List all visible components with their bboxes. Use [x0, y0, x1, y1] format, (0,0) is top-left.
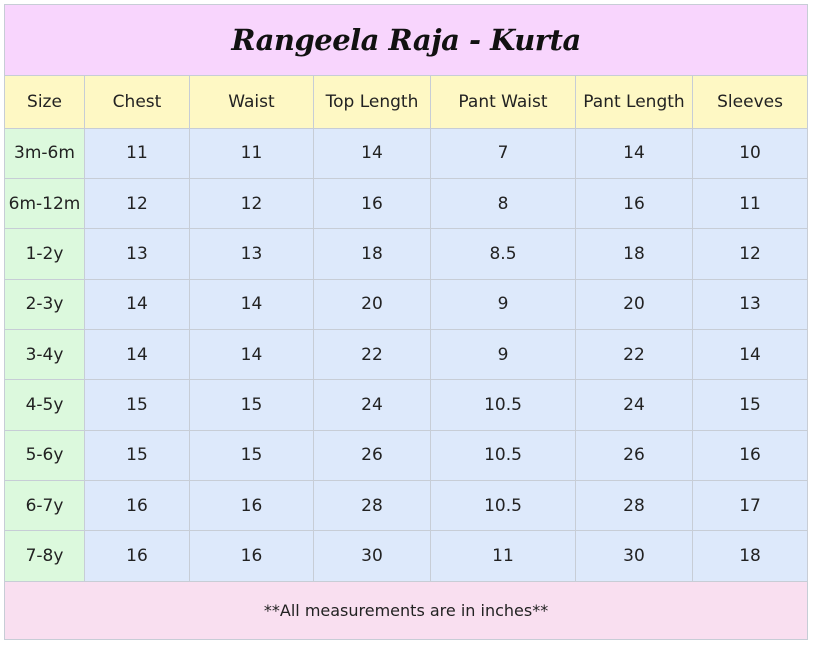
measurement-cell: 11	[84, 127, 190, 180]
column-header-sleeves: Sleeves	[691, 75, 809, 129]
measurement-cell: 13	[84, 228, 190, 280]
column-header-pant-length: Pant Length	[575, 75, 693, 129]
measurement-cell: 14	[189, 278, 314, 331]
measurement-cell: 14	[84, 329, 190, 381]
measurement-cell: 26	[313, 429, 431, 481]
measurement-cell: 11	[189, 127, 314, 180]
measurement-cell: 30	[575, 530, 693, 582]
measurement-cell: 10.5	[430, 479, 576, 532]
measurement-cell: 16	[189, 479, 314, 532]
measurement-cell: 20	[575, 278, 693, 331]
measurement-cell: 10	[691, 127, 809, 180]
table-row: 3m-6m 11 11 14 7 14 10	[4, 127, 809, 180]
size-label-cell: 4-5y	[4, 379, 85, 431]
measurement-cell: 20	[313, 278, 431, 331]
header-row: Size Chest Waist Top Length Pant Waist Pant L…	[4, 75, 809, 129]
column-header-chest: Chest	[84, 75, 190, 129]
column-header-top-length: Top Length	[313, 75, 431, 129]
table-row: 4-5y 15 15 24 10.5 24 15	[4, 379, 809, 431]
measurement-cell: 12	[691, 228, 809, 280]
measurement-cell: 18	[313, 228, 431, 280]
measurement-cell: 14	[189, 329, 314, 381]
measurement-cell: 13	[691, 278, 809, 331]
table-row: 5-6y 15 15 26 10.5 26 16	[4, 429, 809, 481]
measurement-cell: 17	[691, 479, 809, 532]
measurement-cell: 14	[691, 329, 809, 381]
measurement-cell: 7	[430, 127, 576, 180]
measurement-cell: 28	[575, 479, 693, 532]
column-header-size: Size	[4, 75, 85, 129]
measurement-cell: 30	[313, 530, 431, 582]
measurement-cell: 11	[430, 530, 576, 582]
table-row: 3-4y 14 14 22 9 22 14	[4, 329, 809, 381]
measurement-cell: 13	[189, 228, 314, 280]
measurement-cell: 12	[189, 178, 314, 230]
measurement-cell: 22	[313, 329, 431, 381]
table-row: 6m-12m 12 12 16 8 16 11	[4, 178, 809, 230]
measurement-cell: 16	[313, 178, 431, 230]
measurement-cell: 18	[575, 228, 693, 280]
chart-title: Rangeela Raja - Kurta	[3, 3, 809, 77]
measurement-cell: 14	[575, 127, 693, 180]
measurement-cell: 12	[84, 178, 190, 230]
size-label-cell: 1-2y	[4, 228, 85, 280]
measurement-cell: 16	[84, 479, 190, 532]
measurement-cell: 8	[430, 178, 576, 230]
measurement-cell: 15	[84, 379, 190, 431]
size-label-cell: 7-8y	[4, 530, 85, 582]
measurement-cell: 28	[313, 479, 431, 532]
measurement-cell: 26	[575, 429, 693, 481]
size-label-cell: 2-3y	[4, 278, 85, 331]
size-label-cell: 6-7y	[4, 479, 85, 532]
measurement-cell: 14	[84, 278, 190, 331]
size-chart-table: Rangeela Raja - Kurta Size Chest Waist Top …	[3, 3, 809, 641]
size-label-cell: 3-4y	[4, 329, 85, 381]
measurement-cell: 15	[189, 429, 314, 481]
measurement-cell: 24	[575, 379, 693, 431]
title-row: Rangeela Raja - Kurta	[3, 3, 809, 77]
measurement-cell: 16	[84, 530, 190, 582]
measurement-cell: 24	[313, 379, 431, 431]
table-row: 2-3y 14 14 20 9 20 13	[4, 278, 809, 331]
measurement-cell: 22	[575, 329, 693, 381]
measurement-cell: 16	[575, 178, 693, 230]
column-header-waist: Waist	[189, 75, 314, 129]
measurement-cell: 10.5	[430, 429, 576, 481]
measurement-cell: 18	[691, 530, 809, 582]
measurement-cell: 9	[430, 278, 576, 331]
measurement-cell: 15	[189, 379, 314, 431]
column-header-pant-waist: Pant Waist	[430, 75, 576, 129]
measurement-cell: 10.5	[430, 379, 576, 431]
measurement-cell: 16	[189, 530, 314, 582]
table-row: 7-8y 16 16 30 11 30 18	[4, 530, 809, 582]
measurement-cell: 15	[84, 429, 190, 481]
size-label-cell: 6m-12m	[4, 178, 85, 230]
measurement-cell: 8.5	[430, 228, 576, 280]
measurement-cell: 16	[691, 429, 809, 481]
table-row: 1-2y 13 13 18 8.5 18 12	[4, 228, 809, 280]
footer-note: **All measurements are in inches**	[3, 580, 809, 641]
size-label-cell: 5-6y	[4, 429, 85, 481]
measurement-cell: 14	[313, 127, 431, 180]
footer-row: **All measurements are in inches**	[3, 580, 809, 641]
measurement-cell: 11	[691, 178, 809, 230]
size-label-cell: 3m-6m	[4, 127, 85, 180]
table-row: 6-7y 16 16 28 10.5 28 17	[4, 479, 809, 532]
measurement-cell: 15	[691, 379, 809, 431]
measurement-cell: 9	[430, 329, 576, 381]
